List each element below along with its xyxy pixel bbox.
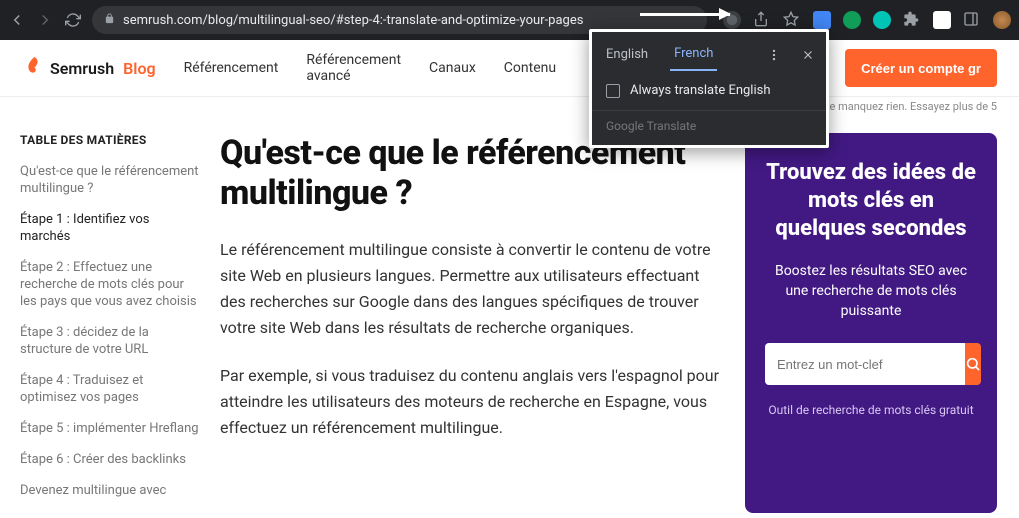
toc-item-6[interactable]: Étape 6 : Créer des backlinks — [20, 451, 200, 468]
translate-footer: Google Translate — [592, 110, 826, 145]
tagline: Ne manquez rien. Essayez plus de 5 — [0, 97, 1019, 113]
url-text: semrush.com/blog/multilingual-seo/#step-… — [123, 13, 583, 28]
table-of-contents: TABLE DES MATIÈRES Qu'est-ce que le réfé… — [20, 133, 200, 513]
reload-icon[interactable] — [64, 11, 82, 29]
star-icon[interactable] — [783, 11, 801, 29]
translate-tab-french[interactable]: French — [670, 38, 717, 71]
always-translate-label: Always translate English — [630, 83, 771, 98]
browser-toolbar: semrush.com/blog/multilingual-seo/#step-… — [0, 0, 1019, 40]
ext-icon-1[interactable] — [813, 11, 831, 29]
ext-icon-3[interactable] — [873, 11, 891, 29]
keyword-search — [765, 343, 977, 385]
toc-item-7[interactable]: Devenez multilingue avec — [20, 482, 200, 499]
kebab-icon[interactable] — [766, 47, 782, 63]
back-icon[interactable] — [8, 11, 26, 29]
blog-word: Blog — [123, 59, 155, 78]
translate-popup: English French Always translate English … — [589, 29, 829, 148]
toc-item-0[interactable]: Qu'est-ce que le référencement multiling… — [20, 163, 200, 197]
close-icon[interactable] — [800, 47, 816, 63]
sidepanel-icon[interactable] — [963, 11, 981, 29]
nav-content[interactable]: Contenu — [504, 60, 556, 76]
search-icon — [965, 356, 981, 372]
article-body: Qu'est-ce que le référencement multiling… — [220, 133, 725, 513]
annotation-arrow — [640, 13, 730, 16]
keyword-input[interactable] — [765, 343, 965, 385]
toc-item-4[interactable]: Étape 4 : Traduisez et optimisez vos pag… — [20, 372, 200, 406]
create-account-button[interactable]: Créer un compte gr — [845, 49, 997, 87]
nav-advanced-seo[interactable]: Référencement avancé — [306, 52, 401, 84]
ext-icon-4[interactable] — [933, 11, 951, 29]
lock-icon — [104, 13, 115, 27]
toc-item-3[interactable]: Étape 3 : décidez de la structure de vot… — [20, 324, 200, 358]
keyword-card: Trouvez des idées de mots clés en quelqu… — [745, 133, 997, 513]
ext-icon-2[interactable] — [843, 11, 861, 29]
toc-item-5[interactable]: Étape 5 : implémenter Hreflang — [20, 420, 200, 437]
flame-icon — [22, 57, 44, 79]
toc-item-1[interactable]: Étape 1 : Identifiez vos marchés — [20, 211, 200, 245]
site-header: Semrush Blog Référencement Référencement… — [0, 40, 1019, 97]
forward-icon[interactable] — [36, 11, 54, 29]
article-p1: Le référencement multilingue consiste à … — [220, 237, 725, 341]
toc-item-2[interactable]: Étape 2 : Effectuez une recherche de mot… — [20, 259, 200, 310]
card-title: Trouvez des idées de mots clés en quelqu… — [765, 159, 977, 243]
card-sub: Boostez les résultats SEO avec une reche… — [765, 261, 977, 321]
translate-tab-english[interactable]: English — [602, 39, 652, 70]
nav-seo[interactable]: Référencement — [184, 60, 279, 76]
site-logo[interactable]: Semrush Blog — [22, 57, 156, 79]
profile-avatar[interactable] — [993, 11, 1011, 29]
keyword-tool-link[interactable]: Outil de recherche de mots clés gratuit — [765, 403, 977, 417]
share-icon[interactable] — [753, 11, 771, 29]
toc-title: TABLE DES MATIÈRES — [20, 133, 200, 147]
puzzle-icon[interactable] — [903, 11, 921, 29]
brand-name: Semrush — [50, 59, 114, 78]
always-translate-checkbox[interactable] — [606, 84, 620, 98]
article-p2: Par exemple, si vous traduisez du conten… — [220, 363, 725, 441]
nav-channels[interactable]: Canaux — [429, 60, 476, 76]
extension-icons — [723, 11, 1011, 29]
keyword-search-button[interactable] — [965, 343, 981, 385]
